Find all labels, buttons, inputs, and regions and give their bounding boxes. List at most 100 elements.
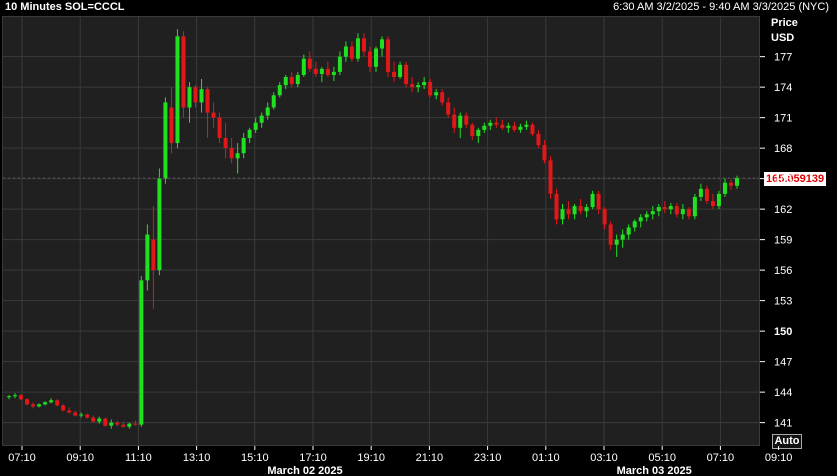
auto-scale-button[interactable]: Auto <box>772 434 802 449</box>
candle-body <box>620 234 625 240</box>
candle-body <box>367 51 372 67</box>
candle-body <box>187 87 192 108</box>
candle-body <box>331 71 336 75</box>
candle-body <box>7 396 11 398</box>
candle-body <box>121 424 126 427</box>
candle-body <box>49 400 54 403</box>
last-price-badge: 165.059139 <box>764 172 827 186</box>
candle-body <box>380 39 385 49</box>
y-tick-label: 150 <box>774 326 792 338</box>
candle-body <box>416 85 421 88</box>
candle-body <box>157 178 162 271</box>
candle-body <box>199 89 204 103</box>
candle-body <box>482 125 487 130</box>
candle-body <box>596 193 601 210</box>
candle-body <box>410 84 415 88</box>
y-tick-label: 153 <box>774 296 792 308</box>
candle-body <box>476 129 481 136</box>
candle-body <box>374 48 379 67</box>
x-tick-label: 05:10 <box>648 452 676 464</box>
candle-body <box>175 36 180 144</box>
candle-body <box>61 405 66 411</box>
candle-body <box>19 395 24 400</box>
candle-body <box>253 122 258 130</box>
candle-body <box>536 133 541 146</box>
y-tick-label: 147 <box>774 357 792 369</box>
candle-body <box>37 404 42 407</box>
candle-body <box>464 115 469 125</box>
candle-body <box>608 224 613 245</box>
candle-body <box>103 418 108 426</box>
candle-body <box>566 209 571 215</box>
candle-body <box>404 64 409 85</box>
candle-body <box>716 193 721 207</box>
x-tick-label: 07:10 <box>8 452 36 464</box>
candle-body <box>662 207 667 210</box>
candle-body <box>386 39 391 72</box>
candle-body <box>247 129 252 138</box>
candle-body <box>602 209 607 225</box>
candle-body <box>277 85 282 96</box>
candle-body <box>25 399 30 405</box>
candle-body <box>169 107 174 144</box>
candle-body <box>151 239 156 271</box>
candle-body <box>512 125 517 130</box>
candle-body <box>283 76 288 86</box>
candle-body <box>115 422 120 425</box>
candle-body <box>656 207 661 212</box>
plot-area[interactable] <box>2 16 760 446</box>
candle-body <box>422 82 427 86</box>
y-tick-label: 162 <box>774 204 792 216</box>
candle-body <box>735 178 739 186</box>
candle-body <box>704 188 709 202</box>
candle-body <box>668 206 673 210</box>
candle-body <box>43 402 48 405</box>
candle-body <box>548 160 553 194</box>
candle-body <box>241 137 246 154</box>
candle-body <box>13 395 18 397</box>
candle-body <box>55 400 60 406</box>
candle-body <box>560 209 565 220</box>
candle-body <box>680 209 685 215</box>
candle-body <box>524 124 529 127</box>
candle-body <box>614 239 619 245</box>
price-axis-header: Price USD <box>771 16 798 46</box>
candle-body <box>67 410 72 413</box>
candle-body <box>205 89 210 113</box>
x-date-label: March 03 2025 <box>617 465 692 476</box>
x-tick-label: 09:10 <box>66 452 94 464</box>
candle-body <box>133 423 138 425</box>
y-tick-label: 171 <box>774 113 792 125</box>
candle-body <box>578 206 583 212</box>
x-tick-label: 17:10 <box>299 452 327 464</box>
candle-body <box>686 209 691 217</box>
candle-body <box>728 182 733 186</box>
candle-body <box>458 115 463 128</box>
candle-body <box>530 124 535 134</box>
candle-body <box>307 58 312 69</box>
chart-header: 10 Minutes SOL=CCCL 6:30 AM 3/2/2025 - 9… <box>0 0 837 16</box>
candle-body <box>584 207 589 212</box>
candle-body <box>452 114 457 128</box>
candle-body <box>698 188 703 197</box>
candle-body <box>572 206 577 215</box>
time-range: 6:30 AM 3/2/2025 - 9:40 AM 3/3/2025 (NYC… <box>613 1 829 13</box>
y-tick-label: 156 <box>774 265 792 277</box>
candle-body <box>145 234 150 281</box>
x-tick-label: 15:10 <box>241 452 269 464</box>
candle-body <box>193 87 198 103</box>
candle-body <box>271 95 276 108</box>
candle-body <box>632 221 637 228</box>
candle-body <box>235 153 240 159</box>
x-date-label: March 02 2025 <box>267 465 342 476</box>
candle-body <box>163 102 168 179</box>
candle-body <box>428 82 433 96</box>
candle-body <box>650 211 655 215</box>
y-tick-label: 174 <box>774 82 792 94</box>
candle-body <box>259 115 264 123</box>
candle-body <box>626 227 631 235</box>
x-tick-label: 09:10 <box>765 452 793 464</box>
candle-body <box>109 422 114 426</box>
candle-body <box>313 68 318 74</box>
candle-body <box>710 201 715 207</box>
